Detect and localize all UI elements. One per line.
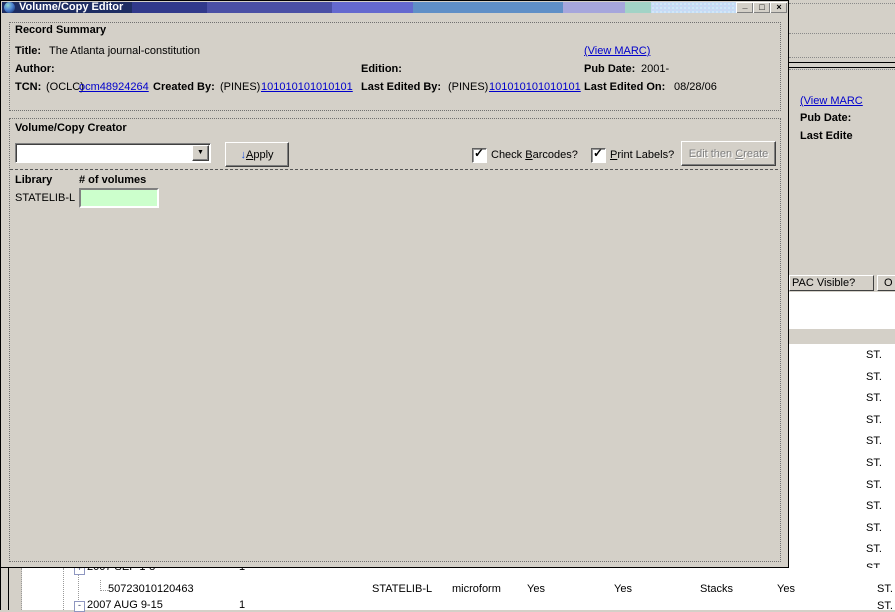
titlebar-band — [132, 2, 207, 13]
bg-divider — [789, 69, 895, 70]
bg-frame-line — [8, 568, 9, 610]
apply-label-post: pply — [253, 149, 273, 161]
creator-separator — [10, 169, 778, 170]
bg-table-cell[interactable]: ST. — [866, 371, 882, 383]
copy-clipped-cell[interactable]: ST. — [877, 600, 893, 612]
titlebar-band — [563, 2, 625, 13]
created-by-link[interactable]: 101010101010101 — [261, 81, 353, 93]
bg-table-cell[interactable]: ST. — [866, 435, 882, 447]
bg-column-header-pac-visible[interactable]: PAC Visible? — [789, 275, 874, 291]
author-label: Author: — [15, 63, 55, 75]
bg-splitter[interactable] — [789, 62, 895, 68]
copy-stacks-cell[interactable]: Stacks — [700, 583, 733, 595]
edit-then-create-button[interactable]: Edit then Create — [681, 141, 776, 166]
edit-then-create-pre: Edit then — [689, 148, 735, 160]
dialog-titlebar[interactable]: Volume/Copy Editor _ □ × — [2, 2, 787, 13]
bg-last-edited-label: Last Edite — [800, 130, 853, 142]
check-barcodes-post: arcodes? — [533, 149, 578, 161]
pub-date-value: 2001- — [641, 63, 669, 75]
tree-row-label[interactable]: 2007 AUG 9-15 — [87, 599, 163, 611]
copy-clipped-cell[interactable]: ST. — [877, 583, 893, 595]
title-label: Title: — [15, 45, 41, 57]
bg-table-cell[interactable]: ST. — [866, 479, 882, 491]
bg-table-cell[interactable]: ST. — [866, 349, 882, 361]
copy-yes-cell[interactable]: Yes — [614, 583, 632, 595]
titlebar-band — [332, 2, 413, 13]
check-barcodes-checkbox[interactable]: ✓ — [472, 148, 487, 163]
app-globe-icon — [4, 2, 15, 13]
copy-barcode-cell[interactable]: 50723010120463 — [108, 583, 194, 595]
close-button[interactable]: × — [770, 2, 787, 13]
check-barcodes-key: B — [525, 149, 532, 161]
volume-copy-editor-dialog: Volume/Copy Editor _ □ × Record Summary … — [0, 0, 789, 568]
bg-table-cell[interactable]: ST. — [866, 392, 882, 404]
volume-template-combobox[interactable]: ▼ — [15, 143, 211, 163]
edition-label: Edition: — [361, 63, 402, 75]
pub-date-label: Pub Date: — [584, 63, 635, 75]
titlebar-band — [625, 2, 651, 13]
created-by-label: Created By: — [153, 81, 215, 93]
copy-yes-cell[interactable]: Yes — [527, 583, 545, 595]
record-summary-heading: Record Summary — [15, 24, 106, 36]
print-labels-label[interactable]: Print Labels? — [610, 149, 674, 161]
volume-copy-creator-heading: Volume/Copy Creator — [15, 122, 127, 134]
bg-divider — [789, 57, 895, 58]
edit-then-create-post: reate — [743, 148, 768, 160]
tree-guide-line — [63, 568, 64, 610]
bg-table-cell[interactable]: ST. — [866, 543, 882, 555]
tree-expander-minus-icon[interactable]: - — [74, 601, 85, 612]
checkmark-icon: ✓ — [593, 147, 603, 160]
maximize-button[interactable]: □ — [753, 2, 771, 13]
tcn-link[interactable]: ocm48924264 — [79, 81, 149, 93]
copy-yes-cell[interactable]: Yes — [777, 583, 795, 595]
bg-column-header-o-label: O — [884, 277, 893, 289]
view-marc-link[interactable]: (View MARC) — [584, 45, 650, 57]
titlebar-band — [207, 2, 332, 13]
combobox-dropdown-arrow-icon[interactable]: ▼ — [192, 145, 209, 161]
dialog-title: Volume/Copy Editor — [19, 2, 123, 13]
tree-elbow-line — [100, 580, 108, 591]
bg-column-header-o[interactable]: O — [877, 275, 895, 291]
print-labels-post: rint Labels? — [617, 149, 674, 161]
bg-left-frame — [0, 568, 22, 610]
bg-pub-date-label: Pub Date: — [800, 112, 851, 124]
apply-button[interactable]: ↓Apply — [225, 142, 289, 167]
copy-library-cell[interactable]: STATELIB-L — [372, 583, 432, 595]
bg-frame-line — [0, 568, 1, 610]
last-edited-on-label: Last Edited On: — [584, 81, 665, 93]
volumes-column-header: # of volumes — [79, 174, 146, 186]
library-row-label: STATELIB-L — [15, 192, 75, 204]
bg-table-cell[interactable]: ST. — [866, 522, 882, 534]
edit-then-create-key: C — [735, 148, 743, 160]
bg-divider — [789, 33, 895, 34]
last-edited-by-link[interactable]: 101010101010101 — [489, 81, 581, 93]
title-value: The Atlanta journal-constitution — [49, 45, 200, 57]
num-volumes-input[interactable] — [79, 188, 159, 208]
last-edited-by-label: Last Edited By: — [361, 81, 441, 93]
last-edited-on-value: 08/28/06 — [674, 81, 717, 93]
tree-row-count: 1 — [239, 599, 245, 611]
bg-column-header-pac-visible-label: PAC Visible? — [792, 277, 855, 289]
copy-location-cell[interactable]: microform — [452, 583, 501, 595]
bg-table-cell[interactable]: ST. — [866, 457, 882, 469]
tcn-label: TCN: — [15, 81, 41, 93]
minimize-button[interactable]: _ — [736, 2, 754, 13]
check-barcodes-label[interactable]: Check Barcodes? — [491, 149, 578, 161]
library-column-header: Library — [15, 174, 52, 186]
checkmark-icon: ✓ — [474, 147, 484, 160]
bg-divider — [789, 3, 895, 4]
check-barcodes-pre: Check — [491, 149, 525, 161]
created-by-source: (PINES) — [220, 81, 260, 93]
print-labels-checkbox[interactable]: ✓ — [591, 148, 606, 163]
last-edited-by-source: (PINES) — [448, 81, 488, 93]
bg-table-cell[interactable]: ST. — [866, 414, 882, 426]
titlebar-band — [413, 2, 563, 13]
bg-view-marc-link[interactable]: (View MARC — [800, 95, 863, 107]
bg-table-selected-row[interactable] — [789, 329, 895, 344]
bg-table-cell[interactable]: ST. — [866, 500, 882, 512]
